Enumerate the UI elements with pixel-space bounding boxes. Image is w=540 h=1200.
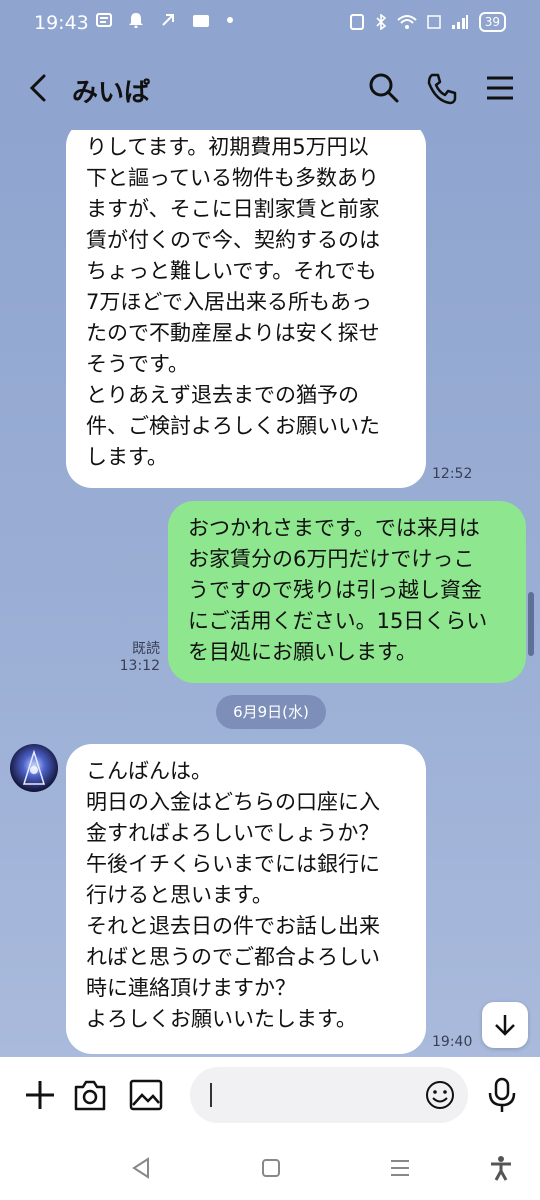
message-time: 13:12 xyxy=(119,658,160,674)
avatar[interactable] xyxy=(10,744,58,792)
message-input[interactable] xyxy=(190,1067,468,1123)
camera-icon[interactable] xyxy=(70,1075,110,1115)
chat-title: みいぱ xyxy=(72,78,151,108)
chat-header: みいぱ xyxy=(0,48,540,130)
scroll-to-bottom-button[interactable] xyxy=(482,1002,528,1048)
box-notification-icon xyxy=(193,15,209,27)
chat-area[interactable]: りしてます。初期費用5万円以 下と謳っている物件も多数あり ますが、そこに日割家… xyxy=(0,130,540,1057)
message-time: 12:52 xyxy=(432,466,473,482)
read-receipt: 既読 xyxy=(132,641,160,657)
system-navigation-bar xyxy=(0,1135,540,1200)
incoming-message-bubble[interactable]: こんばんは。 明日の入金はどちらの口座に入 金すればよろしいでしょうか？ 午後イ… xyxy=(66,744,426,1054)
menu-icon[interactable] xyxy=(482,70,518,106)
notification-icons xyxy=(96,12,234,28)
phone-icon[interactable] xyxy=(424,70,460,106)
nfc-icon xyxy=(349,14,364,30)
search-icon[interactable] xyxy=(366,70,402,106)
dot-notification-icon xyxy=(227,17,233,23)
bluetooth-icon xyxy=(376,14,386,30)
accessibility-icon[interactable] xyxy=(488,1155,514,1181)
battery-indicator: 39 xyxy=(478,12,506,32)
plus-icon[interactable] xyxy=(20,1075,60,1115)
message-time: 19:40 xyxy=(432,1034,473,1050)
bell-notification-icon xyxy=(129,13,143,28)
image-icon[interactable] xyxy=(126,1075,166,1115)
volte-icon xyxy=(426,15,441,29)
message-notification-icon xyxy=(96,13,112,27)
text-cursor xyxy=(210,1083,212,1107)
emoji-icon[interactable] xyxy=(424,1079,456,1111)
signal-icon xyxy=(451,15,468,29)
system-icons: 39 xyxy=(349,12,506,32)
avatar-image xyxy=(22,749,46,785)
wifi-icon xyxy=(397,15,417,29)
date-separator: 6月9日(水) xyxy=(216,695,326,729)
outgoing-message-bubble[interactable]: おつかれさまです。では来月は お家賃分の6万円だけでけっこ うですので残りは引っ… xyxy=(168,501,526,683)
incoming-message-bubble[interactable]: りしてます。初期費用5万円以 下と謳っている物件も多数あり ますが、そこに日割家… xyxy=(66,130,426,488)
app-notification-icon xyxy=(162,14,174,26)
message-input-bar xyxy=(0,1057,540,1135)
arrow-down-icon xyxy=(495,1015,515,1036)
status-time: 19:43 xyxy=(34,12,89,34)
nav-back-icon[interactable] xyxy=(128,1155,154,1181)
back-arrow-icon[interactable] xyxy=(22,70,58,106)
scrollbar[interactable] xyxy=(528,592,534,656)
nav-home-icon[interactable] xyxy=(258,1155,284,1181)
microphone-icon[interactable] xyxy=(482,1075,522,1115)
nav-recents-icon[interactable] xyxy=(387,1155,413,1181)
status-bar: 19:43 39 xyxy=(0,0,540,48)
